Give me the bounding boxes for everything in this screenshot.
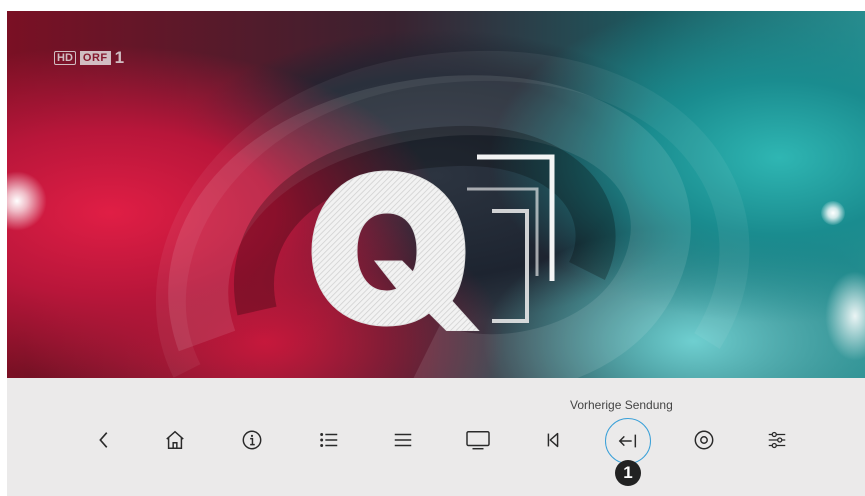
record-icon xyxy=(694,430,714,450)
info-button[interactable] xyxy=(232,420,272,460)
record-button[interactable] xyxy=(684,420,724,460)
callout-marker: 1 xyxy=(615,460,641,486)
list-icon xyxy=(320,433,338,447)
previous-show-button[interactable] xyxy=(605,418,651,464)
program-logo-q xyxy=(311,154,555,331)
home-icon xyxy=(166,430,184,449)
previous-show-icon xyxy=(618,434,637,448)
skip-back-icon xyxy=(547,432,559,448)
light-flare xyxy=(821,201,845,225)
back-icon xyxy=(99,432,108,448)
channel-name: ORF xyxy=(79,51,111,65)
video-player[interactable]: HD ORF 1 xyxy=(7,11,865,378)
back-button[interactable] xyxy=(84,420,124,460)
home-button[interactable] xyxy=(155,420,195,460)
channel-number: 1 xyxy=(114,48,125,67)
tooltip: Vorherige Sendung xyxy=(570,398,673,412)
menu-button[interactable] xyxy=(383,420,423,460)
settings-sliders-icon xyxy=(768,431,786,449)
control-bar xyxy=(7,378,865,496)
info-icon xyxy=(242,430,262,450)
hd-badge: HD xyxy=(54,51,76,65)
tv-icon xyxy=(466,431,490,450)
channel-logo: HD ORF 1 xyxy=(54,48,125,67)
settings-button[interactable] xyxy=(757,420,797,460)
skip-back-button[interactable] xyxy=(533,420,573,460)
menu-icon xyxy=(394,433,412,447)
tv-button[interactable] xyxy=(458,420,498,460)
program-list-button[interactable] xyxy=(309,420,349,460)
